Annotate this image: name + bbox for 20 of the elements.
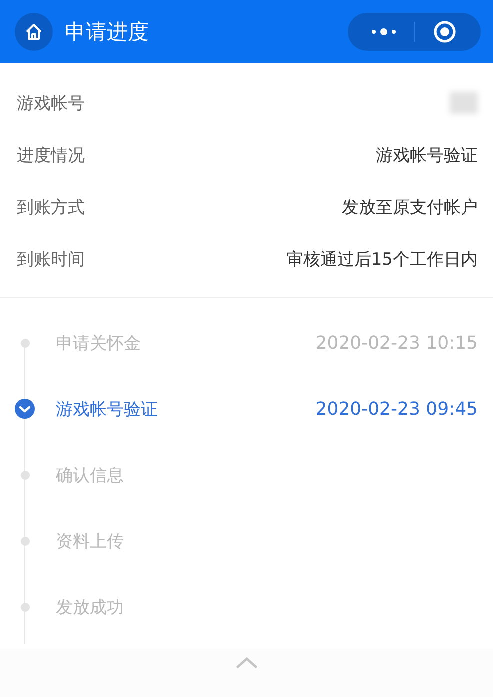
target-icon xyxy=(433,20,457,44)
step-name: 游戏帐号验证 xyxy=(56,398,159,420)
step-name: 确认信息 xyxy=(56,464,125,486)
home-button[interactable] xyxy=(15,12,53,50)
detail-value: 游戏帐号验证 xyxy=(376,144,478,166)
more-icon xyxy=(371,28,397,36)
home-icon xyxy=(24,22,44,42)
detail-value: 发放至原支付帐户 xyxy=(342,196,478,218)
step-name: 发放成功 xyxy=(56,596,125,618)
detail-value: 审核通过后15个工作日内 xyxy=(286,248,478,270)
blurred-value xyxy=(450,92,478,114)
page-title: 申请进度 xyxy=(65,18,150,46)
step-name: 资料上传 xyxy=(56,530,125,552)
detail-label: 到账时间 xyxy=(17,248,85,270)
detail-label: 到账方式 xyxy=(17,196,85,218)
detail-label: 进度情况 xyxy=(17,144,85,166)
detail-label: 游戏帐号 xyxy=(17,92,85,114)
step-time: 2020-02-23 10:15 xyxy=(316,332,478,354)
step-time: 2020-02-23 09:45 xyxy=(316,398,478,420)
step-name: 申请关怀金 xyxy=(56,332,142,354)
